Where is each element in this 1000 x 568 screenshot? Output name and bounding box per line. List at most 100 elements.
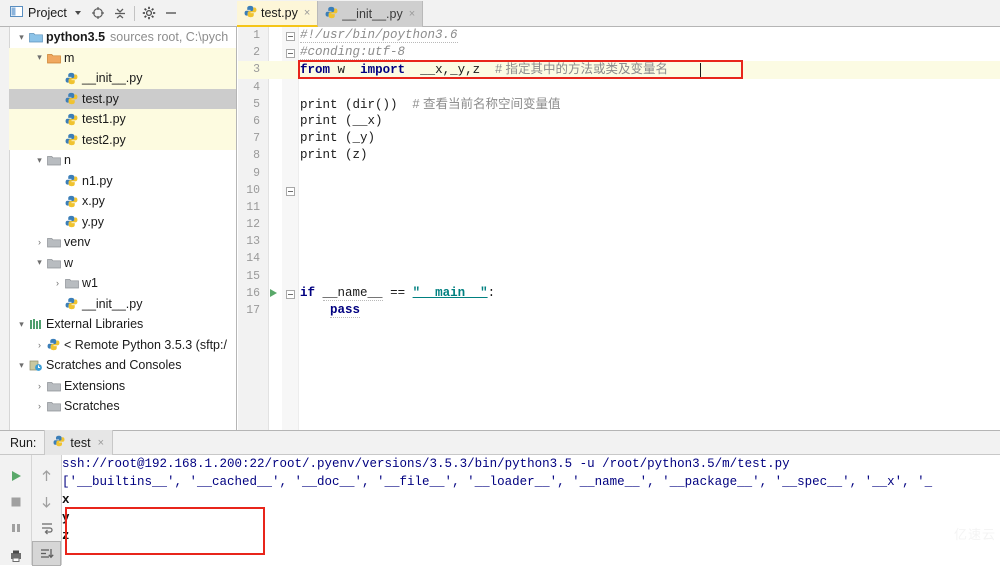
console-output[interactable]: ssh://root@192.168.1.200:22/root/.pyenv/… — [62, 455, 1000, 565]
chevron-right-icon[interactable]: › — [33, 237, 46, 247]
tab-label: test.py — [261, 5, 298, 20]
tree-node-venv[interactable]: › venv — [9, 232, 236, 253]
tree-node-w[interactable]: ▾ w — [9, 253, 236, 274]
python-file-icon — [64, 113, 79, 126]
print-icon[interactable] — [0, 543, 31, 568]
tree-node-extensions[interactable]: › Extensions — [9, 376, 236, 397]
code-line[interactable]: 16 if __name__ == "__main__": — [238, 285, 1000, 302]
line-number: 2 — [253, 46, 260, 60]
code-fold-icon[interactable] — [286, 32, 295, 41]
code-line[interactable]: 15 — [238, 268, 1000, 285]
project-dropdown-button[interactable]: Project — [0, 0, 87, 27]
tree-node-x-py[interactable]: › x.py — [9, 191, 236, 212]
code-line[interactable]: 3 from w import __x,_y,z # 指定其中的方法或类及变量名 — [238, 61, 1000, 79]
code-text: print (_y) — [300, 131, 376, 146]
code-line[interactable]: 17 pass — [238, 302, 1000, 319]
tree-node-test2-py[interactable]: › test2.py — [9, 129, 236, 150]
folder-gray-icon — [46, 400, 61, 412]
soft-wrap-icon[interactable] — [32, 515, 61, 540]
console-line: x — [62, 493, 70, 507]
tree-node-w1[interactable]: › w1 — [9, 273, 236, 294]
code-content[interactable]: 1 #!/usr/bin/poython3.6 2 #conding:utf-8 3 fr… — [238, 27, 1000, 430]
tree-node-label: Extensions — [64, 378, 126, 393]
close-icon[interactable]: × — [304, 7, 310, 19]
chevron-right-icon[interactable]: › — [51, 278, 64, 288]
run-icon[interactable] — [0, 463, 31, 488]
close-icon[interactable]: × — [409, 8, 415, 20]
folder-blue-icon — [28, 31, 43, 43]
code-line[interactable]: 14 — [238, 250, 1000, 267]
chevron-down-icon[interactable]: ▾ — [33, 257, 46, 268]
collapse-all-icon[interactable] — [109, 0, 131, 27]
code-fold-icon[interactable] — [286, 186, 295, 196]
chevron-down-icon[interactable]: ▾ — [15, 360, 28, 371]
chevron-right-icon[interactable]: › — [33, 401, 46, 411]
python-file-icon — [64, 297, 79, 310]
code-line[interactable]: 10 — [238, 182, 1000, 199]
python-file-icon — [64, 92, 79, 105]
tab-init-py[interactable]: __init__.py × — [318, 0, 424, 27]
code-line[interactable]: 11 — [238, 199, 1000, 216]
code-fold-icon[interactable] — [286, 290, 295, 299]
tree-node-label: __init__.py — [82, 296, 143, 311]
gear-icon[interactable] — [138, 0, 160, 27]
tab-test-py[interactable]: test.py × — [237, 0, 319, 27]
tree-node-y-py[interactable]: › y.py — [9, 212, 236, 233]
toolbar-divider — [133, 5, 135, 21]
tree-node--init-py[interactable]: › __init__.py — [9, 68, 236, 89]
pause-icon[interactable] — [0, 515, 31, 540]
tree-node-scratches-and-consoles[interactable]: ▾ Scratches and Consoles — [9, 355, 236, 376]
up-arrow-icon[interactable] — [32, 463, 61, 488]
chevron-down-icon[interactable]: ▾ — [33, 52, 46, 63]
tree-spacer: › — [51, 135, 64, 145]
toolbar-left-group: Project — [0, 0, 237, 27]
tree-node-test-py[interactable]: › test.py — [9, 88, 236, 109]
code-line[interactable]: 1 #!/usr/bin/poython3.6 — [238, 27, 1000, 44]
tree-node-label: Scratches — [64, 399, 120, 414]
tree-node-python3-5[interactable]: ▾ python3.5 sources root, C:\pych — [9, 27, 236, 48]
tree-node-n1-py[interactable]: › n1.py — [9, 171, 236, 192]
project-tree[interactable]: ▾python3.5sources root, C:\pych▾m › __init… — [9, 27, 236, 417]
code-text: pass — [330, 303, 361, 318]
tree-node-label: test2.py — [82, 132, 126, 147]
main-toolbar: Project test.py × __init__.py × — [0, 0, 1000, 27]
text-caret — [700, 63, 701, 78]
tree-node-test1-py[interactable]: › test1.py — [9, 109, 236, 130]
code-line[interactable]: 6 print (__x) — [238, 113, 1000, 130]
code-line[interactable]: 7 print (_y) — [238, 130, 1000, 147]
chevron-down-icon[interactable]: ▾ — [15, 319, 28, 330]
code-line[interactable]: 4 — [238, 79, 1000, 96]
minimize-icon[interactable] — [160, 0, 182, 27]
tree-node-label: test.py — [82, 91, 119, 106]
code-line[interactable]: 13 — [238, 233, 1000, 250]
tree-node--remote-python-3-5-3-sftp-[interactable]: › < Remote Python 3.5.3 (sftp:/ — [9, 335, 236, 356]
run-line-icon[interactable] — [270, 289, 277, 297]
code-line[interactable]: 12 — [238, 216, 1000, 233]
tree-spacer: › — [51, 299, 64, 309]
code-editor[interactable]: 1 #!/usr/bin/poython3.6 2 #conding:utf-8 3 fr… — [238, 27, 1000, 430]
tree-node-label: External Libraries — [46, 317, 144, 332]
line-number: 13 — [246, 235, 260, 249]
code-line[interactable]: 8 print (z) — [238, 147, 1000, 164]
down-arrow-icon[interactable] — [32, 489, 61, 514]
chevron-right-icon[interactable]: › — [33, 340, 46, 350]
code-line[interactable]: 9 — [238, 165, 1000, 182]
code-line[interactable]: 2 #conding:utf-8 — [238, 44, 1000, 61]
run-tab-test[interactable]: test × — [44, 430, 113, 455]
close-icon[interactable]: × — [98, 437, 104, 449]
tree-node-scratches[interactable]: › Scratches — [9, 396, 236, 417]
code-fold-icon[interactable] — [286, 49, 295, 59]
chevron-down-icon[interactable]: ▾ — [33, 155, 46, 166]
tree-node-external-libraries[interactable]: ▾ External Libraries — [9, 314, 236, 335]
chevron-right-icon[interactable]: › — [33, 381, 46, 391]
stop-icon[interactable] — [0, 489, 31, 514]
tree-node-subtitle: sources root, C:\pych — [110, 30, 229, 45]
tree-node-n[interactable]: ▾ n — [9, 150, 236, 171]
target-icon[interactable] — [87, 0, 109, 27]
code-line[interactable]: 5 print (dir()) # 查看当前名称空间变量值 — [238, 96, 1000, 113]
chevron-down-icon[interactable]: ▾ — [15, 32, 28, 43]
tree-node-m[interactable]: ▾ m — [9, 47, 236, 68]
code-text: #conding:utf-8 — [300, 45, 406, 61]
scroll-to-end-icon[interactable] — [32, 541, 61, 566]
tree-node--init-py[interactable]: › __init__.py — [9, 294, 236, 315]
